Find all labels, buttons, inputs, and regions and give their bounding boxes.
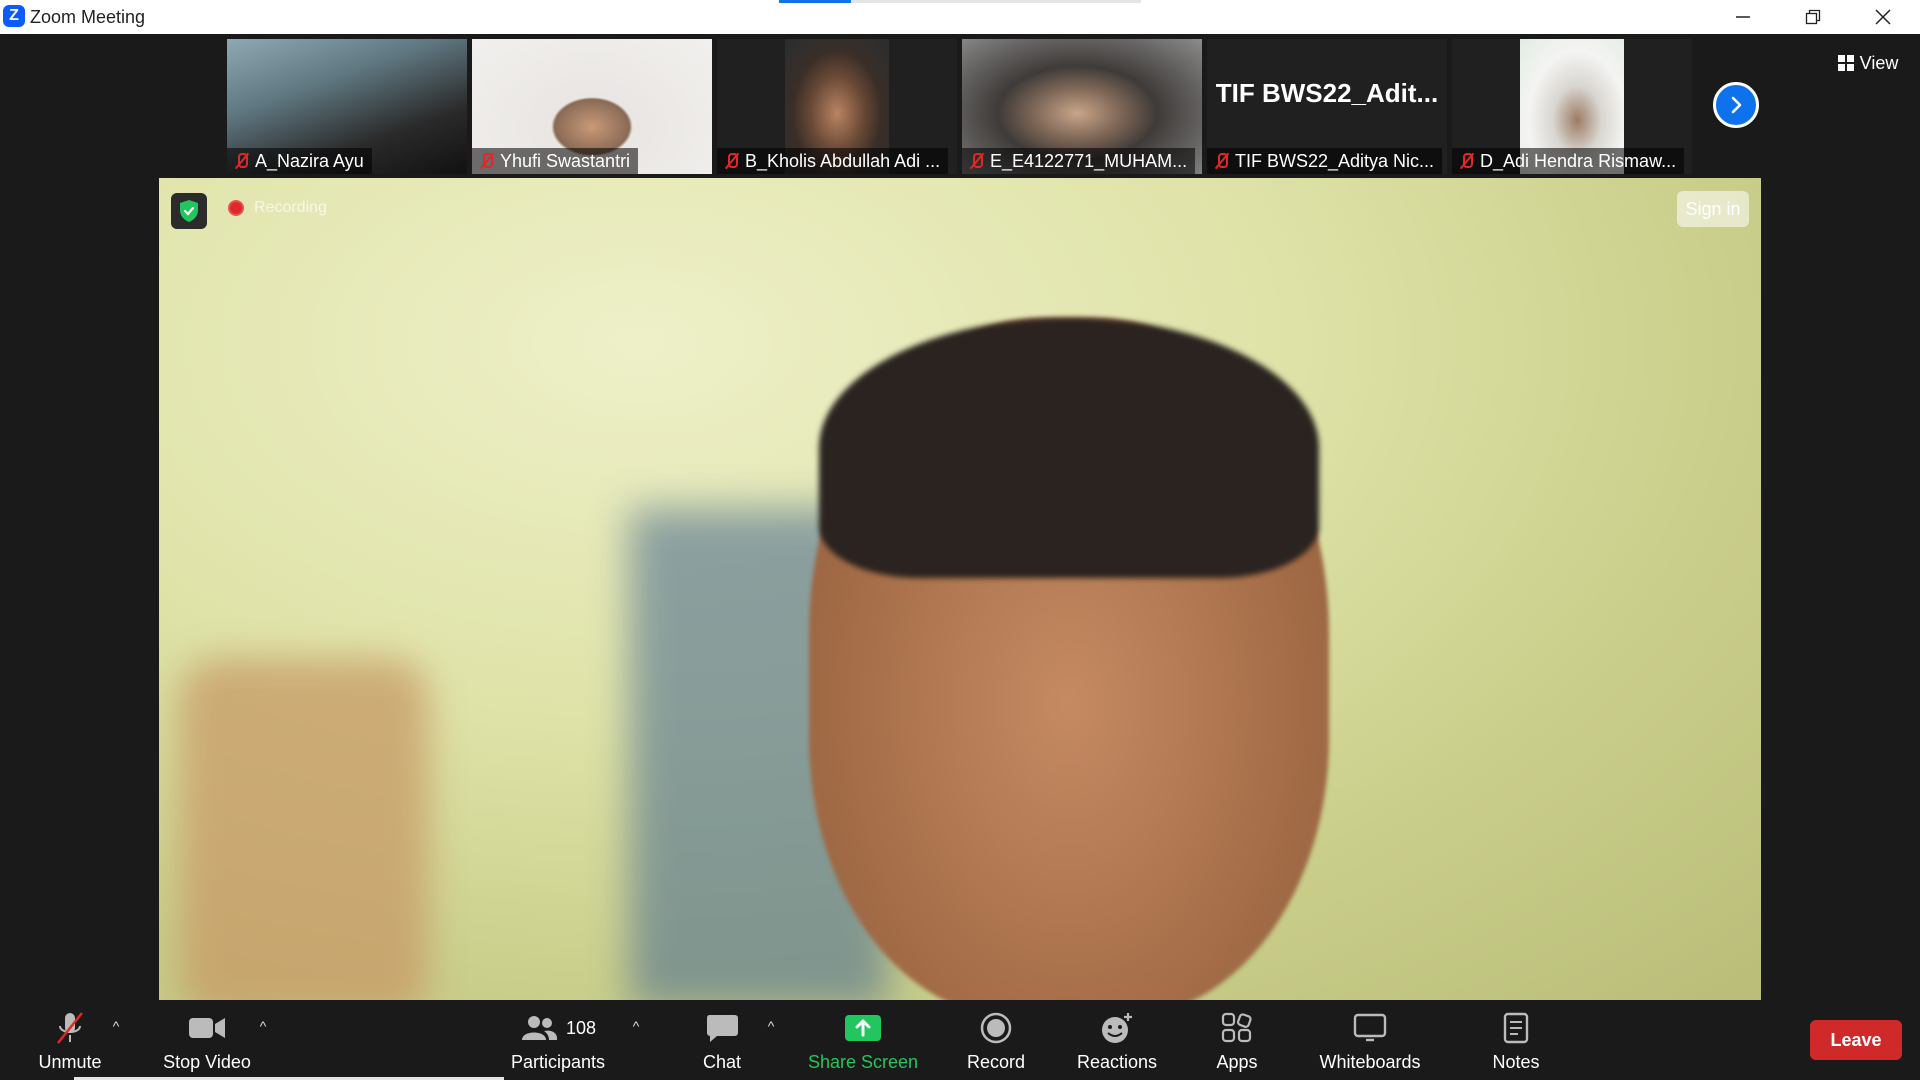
view-label: View <box>1859 52 1899 73</box>
zoom-logo-icon: Z <box>3 5 25 27</box>
share-screen-icon <box>845 1015 881 1041</box>
participants-count: 108 <box>565 1017 597 1038</box>
close-button[interactable] <box>1848 0 1918 34</box>
chevron-right-icon <box>1731 96 1742 114</box>
view-button[interactable]: View <box>1826 46 1910 80</box>
apps-button[interactable]: Apps <box>1205 1010 1269 1076</box>
record-dot-icon <box>228 200 244 216</box>
participant-tile[interactable]: D_Adi Hendra Rismaw... <box>1452 39 1692 174</box>
muted-mic-icon <box>723 152 739 170</box>
record-icon <box>980 1012 1012 1044</box>
participant-display-name: TIF BWS22_Adit... <box>1215 78 1439 108</box>
muted-mic-icon <box>57 1012 83 1044</box>
notes-icon <box>1503 1012 1529 1044</box>
muted-mic-icon <box>968 152 984 170</box>
reactions-button[interactable]: Reactions <box>1072 1010 1162 1076</box>
shield-icon <box>180 200 198 222</box>
participant-strip: A_Nazira Ayu Yhufi Swastantri B_Kholis A… <box>0 34 1920 176</box>
reactions-smiley-icon <box>1102 1013 1132 1043</box>
participants-label: Participants <box>510 1052 606 1072</box>
apps-label: Apps <box>1216 1052 1258 1072</box>
active-speaker-video <box>159 178 1761 1000</box>
background-object <box>179 658 429 1000</box>
next-page-button[interactable] <box>1713 82 1759 128</box>
participant-name: A_Nazira Ayu <box>255 150 364 171</box>
participant-name-bar: TIF BWS22_Aditya Nic... <box>1207 148 1443 174</box>
participant-name: B_Kholis Abdullah Adi ... <box>745 150 941 171</box>
participants-button[interactable]: 108 Participants <box>505 1010 611 1076</box>
stop-video-label: Stop Video <box>163 1052 251 1072</box>
unmute-label: Unmute <box>38 1052 102 1072</box>
muted-mic-icon <box>1213 152 1229 170</box>
close-icon <box>1875 9 1891 25</box>
participant-name: Yhufi Swastantri <box>500 150 631 171</box>
progress-bar <box>779 0 1141 3</box>
muted-mic-icon <box>478 152 494 170</box>
participants-icon <box>521 1016 558 1040</box>
participant-name-bar: E_E4122771_MUHAM... <box>962 148 1196 174</box>
video-options-caret[interactable]: ^ <box>255 1018 271 1034</box>
participant-tile[interactable]: E_E4122771_MUHAM... <box>962 39 1202 174</box>
participant-name: TIF BWS22_Aditya Nic... <box>1235 150 1435 171</box>
grid-view-icon <box>1837 55 1854 71</box>
speaker-hair <box>819 318 1319 578</box>
security-shield-button[interactable] <box>171 193 207 229</box>
participant-tile[interactable]: B_Kholis Abdullah Adi ... <box>717 39 957 174</box>
restore-button[interactable] <box>1778 0 1848 34</box>
muted-mic-icon <box>1458 152 1474 170</box>
participant-name-bar: B_Kholis Abdullah Adi ... <box>717 148 949 174</box>
unmute-button[interactable]: Unmute <box>30 1010 110 1076</box>
sign-in-button[interactable]: Sign in <box>1677 191 1749 227</box>
share-screen-button[interactable]: Share Screen <box>805 1010 921 1076</box>
progress-fill <box>779 0 852 3</box>
whiteboard-icon <box>1353 1013 1387 1042</box>
recording-indicator[interactable]: Recording <box>228 199 327 217</box>
chat-button[interactable]: Chat <box>692 1010 752 1076</box>
participant-name: E_E4122771_MUHAM... <box>990 150 1188 171</box>
minimize-button[interactable] <box>1708 0 1778 34</box>
share-screen-label: Share Screen <box>807 1052 919 1072</box>
recording-label: Recording <box>254 199 327 216</box>
title-bar: Z Zoom Meeting <box>0 0 1920 34</box>
participant-tile[interactable]: A_Nazira Ayu <box>227 39 467 174</box>
leave-button[interactable]: Leave <box>1810 1020 1902 1060</box>
chat-label: Chat <box>702 1052 742 1072</box>
notes-label: Notes <box>1492 1052 1540 1072</box>
restore-icon <box>1805 9 1821 25</box>
participant-tile[interactable]: TIF BWS22_Adit... TIF BWS22_Aditya Nic..… <box>1207 39 1447 174</box>
participant-name: D_Adi Hendra Rismaw... <box>1480 150 1677 171</box>
participant-tile[interactable]: Yhufi Swastantri <box>472 39 712 174</box>
apps-icon <box>1221 1012 1252 1043</box>
participant-name-bar: D_Adi Hendra Rismaw... <box>1452 148 1685 174</box>
record-label: Record <box>966 1052 1026 1072</box>
participant-name-bar: A_Nazira Ayu <box>227 148 372 174</box>
reactions-label: Reactions <box>1076 1052 1158 1072</box>
notes-button[interactable]: Notes <box>1486 1010 1546 1076</box>
minimize-icon <box>1736 16 1750 18</box>
video-camera-icon <box>189 1018 225 1038</box>
window-title: Zoom Meeting <box>30 7 146 27</box>
participants-options-caret[interactable]: ^ <box>628 1018 644 1034</box>
whiteboards-label: Whiteboards <box>1319 1052 1421 1072</box>
audio-options-caret[interactable]: ^ <box>108 1018 124 1034</box>
whiteboards-button[interactable]: Whiteboards <box>1313 1010 1427 1076</box>
chat-bubble-icon <box>706 1015 738 1042</box>
record-button[interactable]: Record <box>956 1010 1036 1076</box>
meeting-toolbar: Unmute ^ Stop Video ^ 108 Participants ^ <box>0 1000 1920 1080</box>
muted-mic-icon <box>233 152 249 170</box>
stop-video-button[interactable]: Stop Video <box>157 1010 257 1076</box>
participant-name-bar: Yhufi Swastantri <box>472 148 639 174</box>
chat-options-caret[interactable]: ^ <box>763 1018 779 1034</box>
